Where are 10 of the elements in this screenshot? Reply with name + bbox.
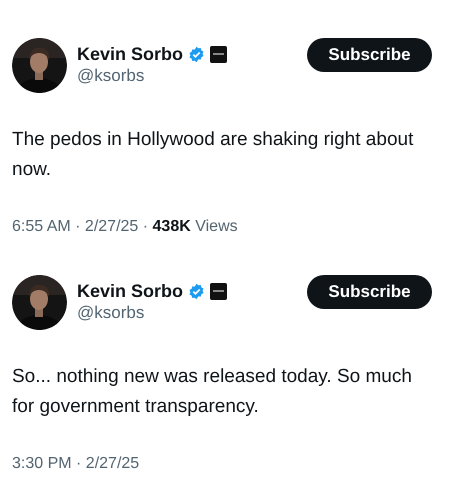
author-name: Kevin Sorbo	[77, 43, 184, 65]
subscribe-button[interactable]: Subscribe	[307, 275, 432, 309]
tweet-meta: 6:55 AM · 2/27/25 · 438K Views	[12, 218, 238, 235]
author-name: Kevin Sorbo	[77, 280, 184, 302]
subscribe-button[interactable]: Subscribe	[307, 38, 432, 72]
author-handle: @ksorbs	[77, 302, 146, 324]
tweet-meta: 3:30 PM · 2/27/25	[12, 455, 140, 472]
tweet-text: The pedos in Hollywood are shaking right about now.	[12, 128, 414, 182]
tweet-text: So... nothing new was released today. So much for government transparency.	[12, 365, 413, 419]
author-handle: @ksorbs	[77, 65, 146, 87]
